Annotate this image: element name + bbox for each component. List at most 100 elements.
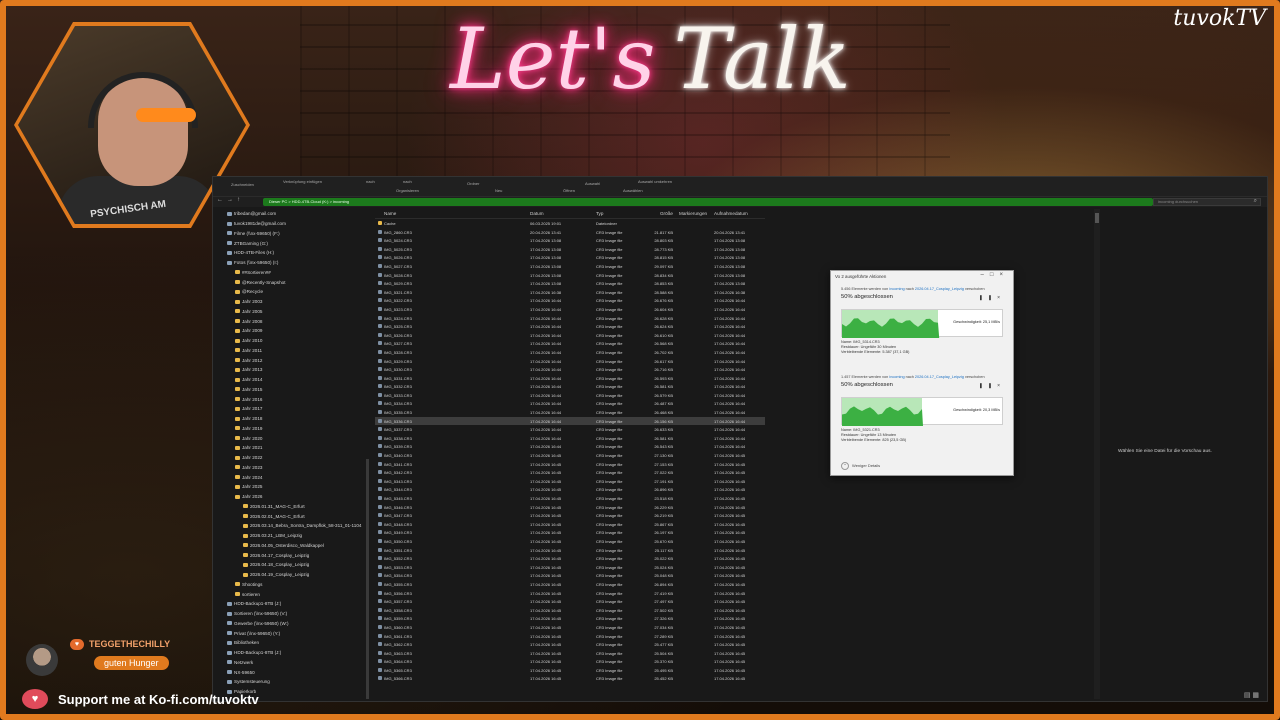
file-row[interactable]: IMG_5028.CR3 17.04.2026 13:08 CR3 Image fi… (375, 271, 765, 280)
file-row[interactable]: IMG_5357.CR3 17.04.2026 16:45 CR3 Image fi… (375, 597, 765, 606)
nav-item[interactable]: Jahr 2012 (217, 355, 369, 365)
nav-item[interactable]: Privat (\\nx-59650) (Y:) (217, 628, 369, 638)
ribbon-item[interactable]: Öffnen (563, 188, 575, 193)
file-row[interactable]: IMG_5341.CR3 17.04.2026 16:45 CR3 Image fi… (375, 460, 765, 469)
nav-item[interactable]: Jahr 2013 (217, 365, 369, 375)
file-row[interactable]: IMG_5344.CR3 17.04.2026 16:45 CR3 Image fi… (375, 485, 765, 494)
column-type[interactable]: Typ (596, 211, 603, 216)
file-row[interactable]: IMG_5353.CR3 17.04.2026 16:45 CR3 Image fi… (375, 563, 765, 572)
column-name[interactable]: Name (384, 211, 396, 216)
nav-item[interactable]: @Recently-Snapshot (217, 277, 369, 287)
nav-item[interactable]: Jahr 2003 (217, 297, 369, 307)
file-row[interactable]: Cache 06.03.2025 19:01 Dateiordner (375, 219, 765, 228)
nav-item[interactable]: tuvok1981de@gmail.com (217, 219, 369, 229)
file-row[interactable]: IMG_5333.CR3 17.04.2026 16:44 CR3 Image fi… (375, 391, 765, 400)
cancel-icon[interactable]: × (997, 383, 1005, 389)
nav-item[interactable]: Sortieren (\\nx-59650) (V:) (217, 609, 369, 619)
nav-item[interactable]: 2026.04.18_Cosplay_Leipzig (217, 560, 369, 570)
file-row[interactable]: IMG_5359.CR3 17.04.2026 16:45 CR3 Image fi… (375, 614, 765, 623)
job-target-link[interactable]: 2026.04.17_Cosplay_Leipzig (915, 375, 964, 379)
ribbon-item[interactable]: Auswählen (623, 188, 643, 193)
file-row[interactable]: IMG_5339.CR3 17.04.2026 16:44 CR3 Image fi… (375, 442, 765, 451)
nav-scrollbar[interactable] (366, 459, 369, 699)
file-row[interactable]: IMG_5358.CR3 17.04.2026 16:45 CR3 Image fi… (375, 606, 765, 615)
job-source-link[interactable]: incoming (889, 375, 904, 379)
file-row[interactable]: IMG_5338.CR3 17.04.2026 16:44 CR3 Image fi… (375, 434, 765, 443)
file-row[interactable]: IMG_5335.CR3 17.04.2026 16:44 CR3 Image fi… (375, 408, 765, 417)
ribbon-item[interactable]: nach (403, 179, 412, 184)
nav-item[interactable]: tribedan@gmail.com (217, 209, 369, 219)
pause-icon[interactable]: ❚❚ (979, 295, 997, 301)
nav-item[interactable]: HDD-Backup1-8TB (J:) (217, 648, 369, 658)
file-row[interactable]: IMG_5349.CR3 17.04.2026 16:45 CR3 Image fi… (375, 528, 765, 537)
nav-item[interactable]: 2026.03.21_LBM_Leipzig (217, 531, 369, 541)
nav-item[interactable]: Jahr 2023 (217, 463, 369, 473)
nav-item[interactable]: ZTBGaming (G:) (217, 238, 369, 248)
file-row[interactable]: IMG_5027.CR3 17.04.2026 13:08 CR3 Image fi… (375, 262, 765, 271)
file-row[interactable]: IMG_5346.CR3 17.04.2026 16:45 CR3 Image fi… (375, 503, 765, 512)
file-row[interactable]: IMG_5337.CR3 17.04.2026 16:44 CR3 Image fi… (375, 425, 765, 434)
forward-arrow-icon[interactable]: → (227, 197, 233, 207)
nav-item[interactable]: NX-59650 (217, 667, 369, 677)
file-row[interactable]: IMG_2860.CR3 20.04.2026 13:41 CR3 Image fi… (375, 228, 765, 237)
nav-item[interactable]: HDD-Backup1-8TB (J:) (217, 599, 369, 609)
nav-item[interactable]: Jahr 2020 (217, 433, 369, 443)
file-row[interactable]: IMG_5334.CR3 17.04.2026 16:44 CR3 Image fi… (375, 399, 765, 408)
file-row[interactable]: IMG_5362.CR3 17.04.2026 16:45 CR3 Image fi… (375, 640, 765, 649)
up-arrow-icon[interactable]: ↑ (237, 197, 240, 207)
nav-item[interactable]: 2026.04.19_Cosplay_Leipzig (217, 570, 369, 580)
nav-item[interactable]: Gewerbe (\\nx-59650) (W:) (217, 619, 369, 629)
nav-item[interactable]: ##Sortieren## (217, 268, 369, 278)
nav-item[interactable]: Jahr 2021 (217, 443, 369, 453)
column-date[interactable]: Datum (530, 211, 544, 216)
file-row[interactable]: IMG_5361.CR3 17.04.2026 16:45 CR3 Image fi… (375, 632, 765, 641)
nav-item[interactable]: Shootings (217, 580, 369, 590)
file-row[interactable]: IMG_5321.CR3 17.04.2026 16:38 CR3 Image fi… (375, 288, 765, 297)
ribbon-item[interactable]: Verknüpfung einfügen (283, 179, 322, 184)
nav-item[interactable]: Jahr 2011 (217, 346, 369, 356)
job-source-link[interactable]: incoming (889, 287, 904, 291)
cancel-icon[interactable]: × (997, 295, 1005, 301)
address-bar[interactable]: Dieser PC > HDD-4TB-Cloud (K:) > incomin… (263, 198, 1153, 206)
file-row[interactable]: IMG_5363.CR3 17.04.2026 16:45 CR3 Image fi… (375, 649, 765, 658)
file-row[interactable]: IMG_5029.CR3 17.04.2026 13:08 CR3 Image fi… (375, 279, 765, 288)
nav-item[interactable]: Netzwerk (217, 658, 369, 668)
file-row[interactable]: IMG_5331.CR3 17.04.2026 16:44 CR3 Image fi… (375, 374, 765, 383)
column-size[interactable]: Größe (643, 211, 673, 216)
ribbon-item[interactable]: Zuschneiden (231, 182, 254, 187)
file-row[interactable]: IMG_5328.CR3 17.04.2026 16:44 CR3 Image fi… (375, 348, 765, 357)
nav-item[interactable]: Jahr 2018 (217, 414, 369, 424)
nav-item[interactable]: Fotos (\\nx-59650) (I:) (217, 258, 369, 268)
ribbon-item[interactable]: Organisieren (396, 188, 419, 193)
nav-item[interactable]: 2026.04.05_Osterdisco_Waldkappel (217, 541, 369, 551)
file-row[interactable]: IMG_5365.CR3 17.04.2026 16:45 CR3 Image fi… (375, 666, 765, 675)
nav-item[interactable]: Jahr 2015 (217, 385, 369, 395)
file-row[interactable]: IMG_5354.CR3 17.04.2026 16:45 CR3 Image fi… (375, 571, 765, 580)
file-row[interactable]: IMG_5325.CR3 17.04.2026 16:44 CR3 Image fi… (375, 322, 765, 331)
column-shot-date[interactable]: Aufnahmedatum (714, 211, 748, 216)
nav-item[interactable]: Jahr 2016 (217, 394, 369, 404)
ribbon-item[interactable]: Auswahl umkehren (638, 179, 672, 184)
file-row[interactable]: IMG_5324.CR3 17.04.2026 16:44 CR3 Image fi… (375, 314, 765, 323)
pause-icon[interactable]: ❚❚ (979, 383, 997, 389)
file-row[interactable]: IMG_5352.CR3 17.04.2026 16:45 CR3 Image fi… (375, 554, 765, 563)
column-marks[interactable]: Markierungen (679, 211, 707, 216)
file-list-scrollbar[interactable] (1094, 209, 1100, 699)
file-row[interactable]: IMG_5330.CR3 17.04.2026 16:44 CR3 Image fi… (375, 365, 765, 374)
nav-item[interactable]: HDD-4TB-Files (H:) (217, 248, 369, 258)
file-row[interactable]: IMG_5360.CR3 17.04.2026 16:45 CR3 Image fi… (375, 623, 765, 632)
file-row[interactable]: IMG_5323.CR3 17.04.2026 16:44 CR3 Image fi… (375, 305, 765, 314)
less-details-button[interactable]: Weniger Details (841, 462, 880, 470)
ribbon-item[interactable]: Neu (495, 188, 502, 193)
nav-item[interactable]: @Recycle (217, 287, 369, 297)
file-row[interactable]: IMG_5366.CR3 17.04.2026 16:45 CR3 Image fi… (375, 674, 765, 683)
nav-item[interactable]: Bibliotheken (217, 638, 369, 648)
nav-item[interactable]: Jahr 2009 (217, 326, 369, 336)
search-input[interactable]: incoming durchsuchen (1153, 198, 1261, 206)
nav-item[interactable]: 2026.01.31_MAG-C_Erfurt (217, 502, 369, 512)
nav-item[interactable]: 2026.03.14_Bebra_Sontra_Dampflok_58-311_… (217, 521, 369, 531)
file-row[interactable]: IMG_5340.CR3 17.04.2026 16:45 CR3 Image fi… (375, 451, 765, 460)
file-row[interactable]: IMG_5351.CR3 17.04.2026 16:45 CR3 Image fi… (375, 546, 765, 555)
nav-item[interactable]: Jahr 2026 (217, 492, 369, 502)
nav-item[interactable]: Jahr 2008 (217, 316, 369, 326)
